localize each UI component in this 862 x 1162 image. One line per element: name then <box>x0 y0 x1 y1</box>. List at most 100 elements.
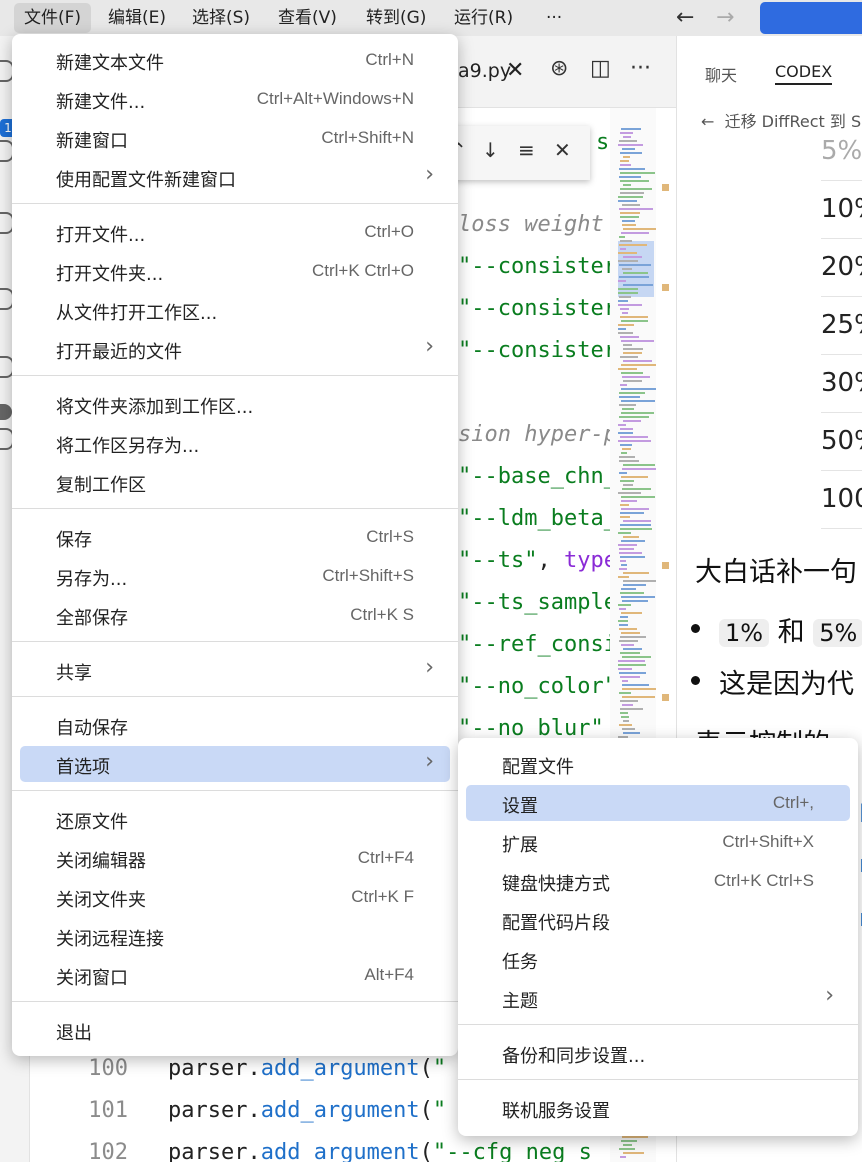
menu-item[interactable]: 备份和同步设置... <box>466 1035 850 1071</box>
menu-item[interactable]: 新建窗口 Ctrl+Shift+N <box>20 120 450 156</box>
menu-item[interactable]: 配置代码片段 <box>466 902 850 938</box>
code-line: parser.add_argument(" <box>168 1098 447 1123</box>
more-actions-icon[interactable]: ··· <box>630 56 651 81</box>
menubar-item[interactable]: 编辑(E) <box>98 3 176 33</box>
tab-codex[interactable]: CODEX <box>775 62 833 85</box>
inline-code-chip: 1% <box>719 619 770 647</box>
minimap-line <box>620 616 628 618</box>
line-number: 102 <box>88 1140 128 1162</box>
minimap-line <box>623 344 632 346</box>
menu-item[interactable]: 将工作区另存为... <box>20 425 450 461</box>
table-cell: 25% <box>821 310 862 340</box>
minimap-line <box>623 420 641 422</box>
menu-item[interactable]: 打开最近的文件 › <box>20 331 450 367</box>
minimap-line <box>622 312 628 314</box>
minimap-line <box>623 284 653 286</box>
menu-item[interactable]: 任务 <box>466 941 850 977</box>
command-center[interactable] <box>760 2 862 34</box>
minimap-marker <box>662 562 669 569</box>
minimap-line <box>622 468 656 470</box>
close-icon[interactable]: ✕ <box>554 138 571 162</box>
minimap-line <box>621 400 655 402</box>
minimap-line <box>619 296 631 298</box>
chevron-right-icon: › <box>425 749 434 774</box>
menu-item[interactable]: 还原文件 <box>20 801 450 837</box>
menu-item-label: 备份和同步设置... <box>502 1046 646 1067</box>
breadcrumb[interactable]: ← 迁移 DiffRect 到 S <box>701 108 861 132</box>
menu-item[interactable]: 扩展 Ctrl+Shift+X <box>466 824 850 860</box>
minimap-line <box>622 148 635 150</box>
code-line: "--base_chn_ <box>458 464 610 489</box>
minimap-marker <box>662 284 669 291</box>
editor-tab-filename[interactable]: a9.py <box>458 60 511 82</box>
minimap-line <box>623 360 652 362</box>
minimap-line <box>618 260 638 262</box>
minimap-line <box>618 328 626 330</box>
menu-item[interactable]: 另存为... Ctrl+Shift+S <box>20 558 450 594</box>
minimap-line <box>619 692 631 694</box>
minimap-line <box>620 444 632 446</box>
arrow-left-icon[interactable]: ← <box>676 3 694 33</box>
menu-item[interactable]: 主题 › <box>466 980 850 1016</box>
menu-item[interactable]: 打开文件... Ctrl+O <box>20 214 450 250</box>
minimap-line <box>622 448 631 450</box>
minimap-line <box>618 664 646 666</box>
menu-item[interactable]: 将文件夹添加到工作区... <box>20 386 450 422</box>
menu-item[interactable]: 退出 <box>20 1012 450 1048</box>
inline-code-chip: 5% <box>813 619 862 647</box>
menu-item[interactable]: 新建文件... Ctrl+Alt+Windows+N <box>20 81 450 117</box>
menu-item-label: 新建窗口 <box>56 131 128 152</box>
menu-item[interactable]: 新建文本文件 Ctrl+N <box>20 42 450 78</box>
menu-item[interactable]: 设置 Ctrl+, <box>466 785 850 821</box>
menu-item-label: 退出 <box>56 1023 92 1044</box>
menubar-item[interactable]: 选择(S) <box>182 3 260 33</box>
arrow-down-icon[interactable]: ↓ <box>482 138 499 162</box>
menu-item[interactable]: 共享 › <box>20 652 450 688</box>
menu-item[interactable]: 关闭编辑器 Ctrl+F4 <box>20 840 450 876</box>
menu-item-label: 将工作区另存为... <box>56 436 200 457</box>
menubar-item[interactable]: 运行(R) <box>444 3 523 33</box>
menu-item[interactable]: 关闭文件夹 Ctrl+K F <box>20 879 450 915</box>
menu-item-label: 自动保存 <box>56 718 128 739</box>
find-in-selection-icon[interactable]: ≡ <box>518 138 535 162</box>
menu-item[interactable]: 从文件打开工作区... <box>20 292 450 328</box>
menu-item[interactable]: 保存 Ctrl+S <box>20 519 450 555</box>
minimap-line <box>618 304 642 306</box>
menu-item[interactable]: 键盘快捷方式 Ctrl+K Ctrl+S <box>466 863 850 899</box>
menu-item[interactable]: 复制工作区 <box>20 464 450 500</box>
menu-item-label: 关闭窗口 <box>56 968 128 989</box>
chevron-right-icon: › <box>425 162 434 187</box>
menu-item-label: 关闭远程连接 <box>56 929 164 950</box>
menu-item[interactable]: 打开文件夹... Ctrl+K Ctrl+O <box>20 253 450 289</box>
menu-item[interactable]: 首选项 › <box>20 746 450 782</box>
minimap-line <box>620 512 644 514</box>
menubar-item[interactable]: 查看(V) <box>268 3 347 33</box>
openai-icon[interactable]: ⊛ <box>550 56 568 81</box>
split-editor-icon[interactable]: ◫ <box>590 56 611 81</box>
menu-item[interactable]: 使用配置文件新建窗口 › <box>20 159 450 195</box>
menu-item[interactable]: 全部保存 Ctrl+K S <box>20 597 450 633</box>
menu-item[interactable]: 联机服务设置 <box>466 1090 850 1126</box>
more-menu-icon[interactable]: ··· <box>536 3 572 33</box>
arrow-right-icon[interactable]: → <box>716 3 734 33</box>
minimap-line <box>622 408 634 410</box>
menu-item[interactable]: 关闭窗口 Alt+F4 <box>20 957 450 993</box>
menubar-item[interactable]: 文件(F) <box>14 3 92 33</box>
minimap-line <box>618 288 638 290</box>
close-icon[interactable]: ✕ <box>506 58 524 83</box>
menu-item[interactable]: 配置文件 <box>466 746 850 782</box>
menu-item[interactable]: 关闭远程连接 <box>20 918 450 954</box>
back-arrow-icon[interactable]: ← <box>701 112 725 131</box>
minimap-line <box>623 580 656 582</box>
minimap-line <box>619 628 637 630</box>
menu-item[interactable]: 自动保存 <box>20 707 450 743</box>
menu-item-label: 保存 <box>56 530 92 551</box>
menu-item-shortcut: Ctrl+Shift+S <box>322 566 414 585</box>
chevron-right-icon: › <box>425 334 434 359</box>
minimap-line <box>619 624 628 626</box>
minimap-line <box>618 368 637 370</box>
menu-item-shortcut: Ctrl+K S <box>350 605 414 624</box>
code-line: "--consister <box>458 254 610 279</box>
tab-chat[interactable]: 聊天 <box>705 62 737 86</box>
menubar-item[interactable]: 转到(G) <box>356 3 436 33</box>
